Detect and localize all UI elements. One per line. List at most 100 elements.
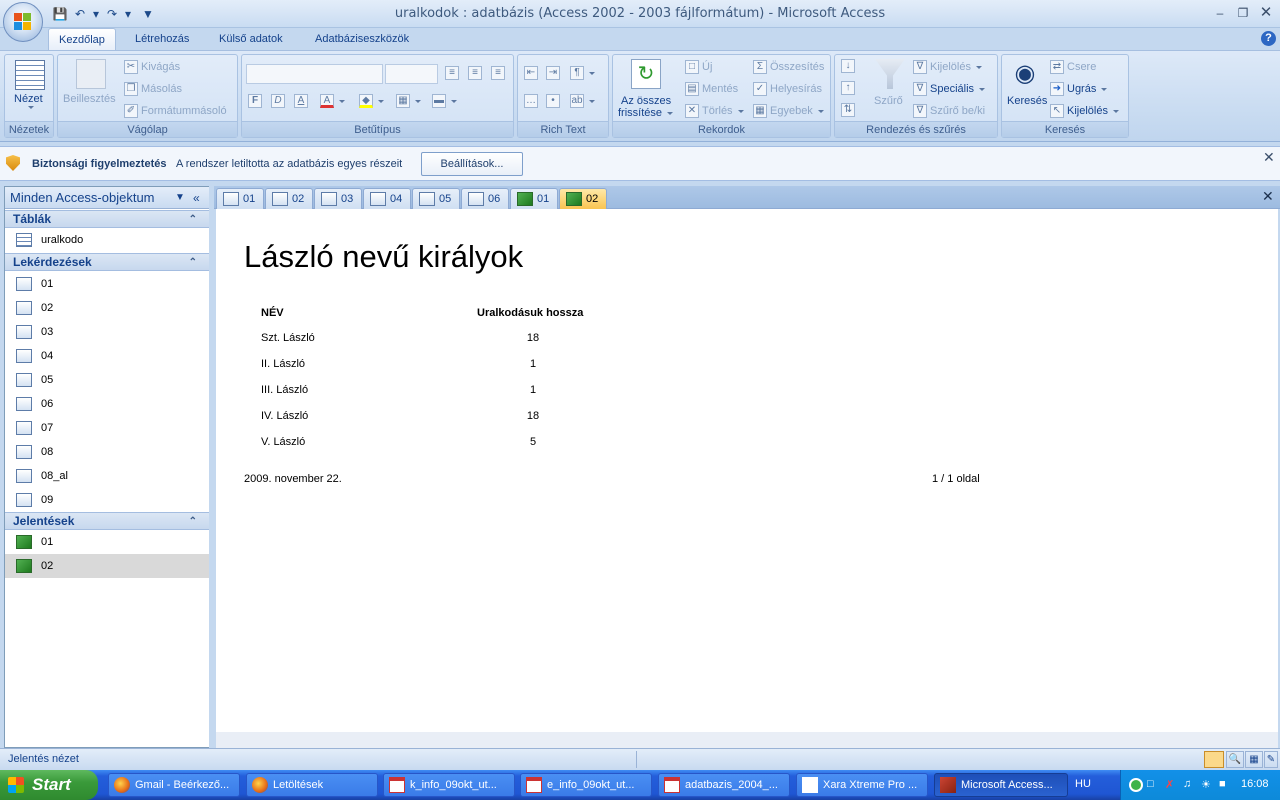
decrease-indent-icon[interactable]: ⇤ — [524, 66, 538, 80]
collapse-pane-icon[interactable]: « — [193, 187, 200, 209]
underline-button[interactable]: A — [294, 94, 308, 108]
fill-color-icon[interactable]: ◆ — [359, 94, 384, 108]
refresh-all-button-line2[interactable]: frissítése — [618, 107, 674, 119]
delete-record-button[interactable]: ✕ Törlés — [685, 104, 744, 118]
gridlines-icon[interactable]: ▦ — [396, 94, 421, 108]
highlight-icon[interactable]: ab — [570, 94, 595, 108]
start-button[interactable]: Start — [0, 770, 98, 800]
nav-item-query[interactable]: 08_al — [5, 464, 209, 488]
office-button[interactable] — [3, 2, 43, 42]
layout-view-icon[interactable]: ▦ — [1245, 751, 1263, 768]
nav-item-query[interactable]: 05 — [5, 368, 209, 392]
taskbar-item[interactable]: Xara Xtreme Pro ... — [796, 773, 928, 797]
options-button[interactable]: Beállítások... — [421, 152, 523, 176]
taskbar-item[interactable]: Gmail - Beérkező... — [108, 773, 240, 797]
report-view-icon[interactable] — [1204, 751, 1224, 768]
security-center-icon[interactable]: ☀ — [1201, 778, 1215, 792]
new-record-button[interactable]: □ Új — [685, 60, 712, 74]
view-dropdown-icon[interactable] — [26, 106, 34, 109]
save-record-button[interactable]: ▤ Mentés — [685, 82, 738, 96]
nav-item-query[interactable]: 03 — [5, 320, 209, 344]
close-security-bar-icon[interactable]: ✕ — [1263, 149, 1275, 166]
section-tables[interactable]: Táblák ⌃ — [5, 210, 209, 228]
nav-item-query[interactable]: 08 — [5, 440, 209, 464]
refresh-all-button[interactable]: Az összes — [621, 95, 671, 107]
chevron-down-icon[interactable]: ▼ — [175, 187, 185, 209]
antivirus-icon[interactable] — [1129, 778, 1143, 792]
select-button[interactable]: ↖ Kijelölés — [1050, 104, 1119, 118]
tab-query[interactable]: 06 — [461, 188, 510, 209]
nav-item-query[interactable]: 07 — [5, 416, 209, 440]
tab-kezdolap[interactable]: Kezdőlap — [48, 28, 116, 51]
align-center-icon[interactable]: ≡ — [468, 66, 482, 80]
tab-query[interactable]: 02 — [265, 188, 314, 209]
collapse-icon[interactable]: ⌃ — [189, 254, 197, 271]
sort-descending-icon[interactable]: ↑ — [841, 81, 855, 95]
goto-button[interactable]: ➜ Ugrás — [1050, 82, 1108, 96]
close-document-icon[interactable]: ✕ — [1262, 188, 1274, 205]
tab-report[interactable]: 01 — [510, 188, 559, 209]
language-indicator[interactable]: HU — [1075, 778, 1091, 790]
copy-button[interactable]: ❐ Másolás — [124, 82, 182, 96]
tab-kulso-adatok[interactable]: Külső adatok — [209, 28, 293, 51]
find-button[interactable]: Keresés — [1007, 95, 1047, 107]
view-button[interactable]: Nézet — [14, 93, 43, 105]
format-painter-button[interactable]: ✐ Formátummásoló — [124, 104, 227, 118]
paste-button[interactable]: Beillesztés — [63, 93, 116, 105]
toggle-filter-button[interactable]: ∇ Szűrő be/ki — [913, 104, 985, 118]
nav-header[interactable]: Minden Access-objektum ▼ « — [5, 187, 209, 209]
bullet-list-icon[interactable]: • — [546, 94, 560, 108]
nav-item-query[interactable]: 09 — [5, 488, 209, 512]
more-button[interactable]: ▦ Egyebek — [753, 104, 824, 118]
alt-row-color-icon[interactable]: ▬ — [432, 94, 457, 108]
nav-item-report[interactable]: 01 — [5, 530, 209, 554]
tray-app-icon[interactable]: ■ — [1219, 778, 1233, 792]
design-view-icon[interactable]: ✎ — [1264, 751, 1278, 768]
restore-button[interactable]: ❐ — [1231, 4, 1255, 22]
taskbar-item[interactable]: Microsoft Access... — [934, 773, 1068, 797]
clock[interactable]: 16:08 — [1241, 778, 1269, 790]
tab-adatbaziseszkozok[interactable]: Adatbáziseszközök — [305, 28, 419, 51]
nav-item-query[interactable]: 02 — [5, 296, 209, 320]
bold-button[interactable]: F — [248, 94, 262, 108]
advanced-filter-button[interactable]: ∇ Speciális — [913, 82, 986, 96]
taskbar-item[interactable]: adatbazis_2004_... — [658, 773, 790, 797]
volume-icon[interactable]: ♫ — [1183, 778, 1197, 792]
selection-filter-button[interactable]: ∇ Kijelölés — [913, 60, 982, 74]
sort-ascending-icon[interactable]: ↓ — [841, 59, 855, 73]
close-window-button[interactable]: ✕ — [1254, 4, 1278, 22]
align-left-icon[interactable]: ≡ — [445, 66, 459, 80]
taskbar-item[interactable]: e_info_09okt_ut... — [520, 773, 652, 797]
pane-splitter[interactable] — [209, 186, 214, 748]
align-right-icon[interactable]: ≡ — [491, 66, 505, 80]
font-name-combo[interactable] — [246, 64, 383, 84]
cut-button[interactable]: ✂ Kivágás — [124, 60, 180, 74]
replace-button[interactable]: ⇄ Csere — [1050, 60, 1096, 74]
network-icon[interactable]: □ — [1147, 778, 1161, 792]
paragraph-icon[interactable]: ¶ — [570, 66, 595, 80]
font-color-icon[interactable]: A — [320, 94, 345, 108]
print-preview-icon[interactable]: 🔍 — [1226, 751, 1244, 768]
collapse-icon[interactable]: ⌃ — [189, 211, 197, 228]
taskbar-item[interactable]: Letöltések — [246, 773, 378, 797]
nav-item-table[interactable]: uralkodo — [5, 228, 209, 252]
totals-button[interactable]: Σ Összesítés — [753, 60, 824, 74]
italic-button[interactable]: D — [271, 94, 285, 108]
nav-item-query[interactable]: 01 — [5, 272, 209, 296]
font-size-combo[interactable] — [385, 64, 438, 84]
nav-item-report[interactable]: 02 — [5, 554, 209, 578]
tab-query[interactable]: 05 — [412, 188, 461, 209]
help-icon[interactable]: ? — [1261, 31, 1276, 46]
taskbar-item[interactable]: k_info_09okt_ut... — [383, 773, 515, 797]
section-reports[interactable]: Jelentések ⌃ — [5, 512, 209, 530]
spelling-button[interactable]: ✓ Helyesírás — [753, 82, 822, 96]
nav-item-query[interactable]: 04 — [5, 344, 209, 368]
section-queries[interactable]: Lekérdezések ⌃ — [5, 253, 209, 271]
tab-query[interactable]: 03 — [314, 188, 363, 209]
numbered-list-icon[interactable]: … — [524, 94, 538, 108]
clear-sort-icon[interactable]: ⇅ — [841, 103, 855, 117]
collapse-icon[interactable]: ⌃ — [189, 513, 197, 530]
increase-indent-icon[interactable]: ⇥ — [546, 66, 560, 80]
filter-button[interactable]: Szűrő — [874, 95, 903, 107]
tab-query[interactable]: 04 — [363, 188, 412, 209]
